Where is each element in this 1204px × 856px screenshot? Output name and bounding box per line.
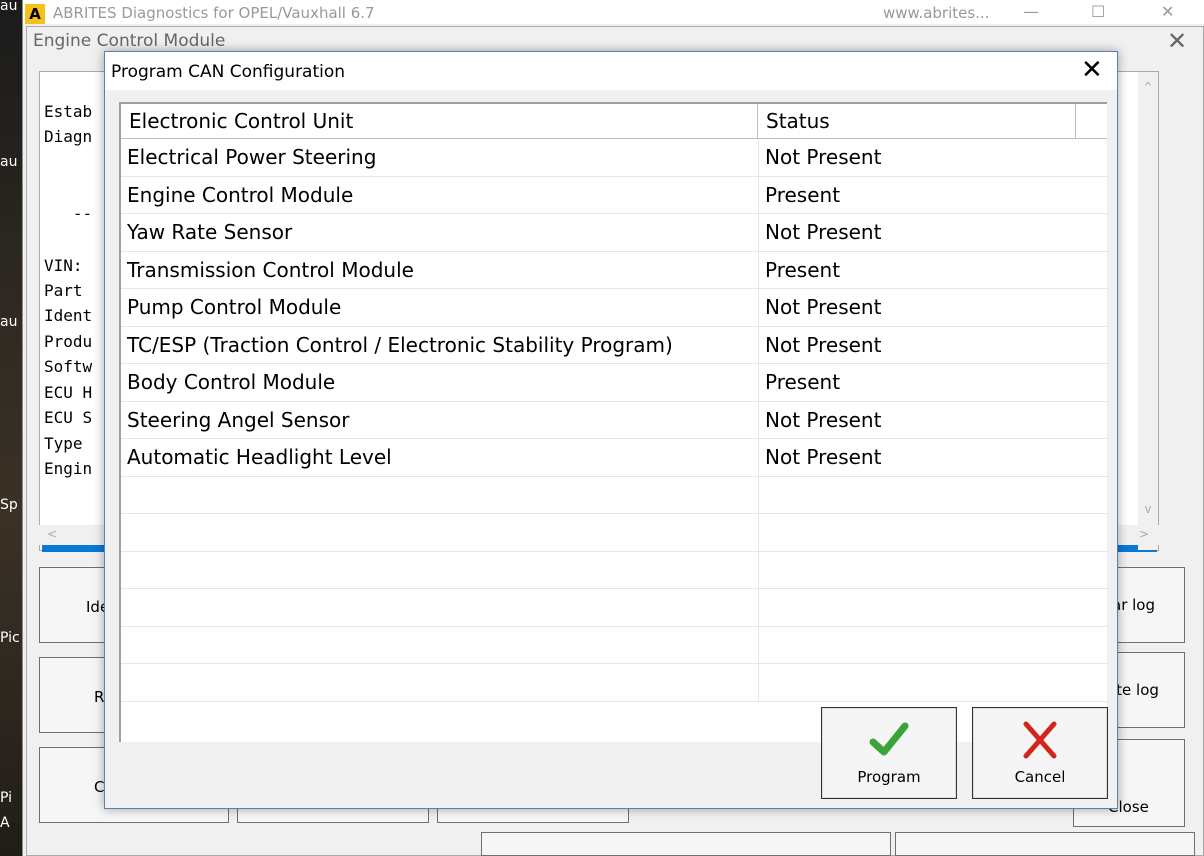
table-row[interactable]: Automatic Headlight Level Not Present (121, 439, 1107, 477)
log-line: Estab (44, 102, 93, 121)
table-row[interactable] (121, 589, 1107, 627)
ecu-name-cell: Automatic Headlight Level (127, 445, 392, 469)
desktop-label: au (0, 0, 18, 14)
ecu-name-cell: Pump Control Module (127, 295, 342, 319)
table-row[interactable] (121, 551, 1107, 589)
status-cell (758, 626, 1076, 664)
desktop-label: Pi (0, 790, 13, 806)
log-line: Engin (44, 459, 93, 478)
table-row[interactable]: Pump Control Module Not Present (121, 289, 1107, 327)
ecu-name-cell (121, 627, 758, 664)
table-row[interactable] (121, 664, 1107, 702)
log-line: Diagn (44, 127, 93, 146)
log-line: VIN: (44, 256, 83, 275)
background-button[interactable] (895, 832, 1195, 856)
desktop-label: A (0, 815, 10, 831)
ecu-name-cell: TC/ESP (Traction Control / Electronic St… (127, 332, 673, 357)
desktop-label: au (0, 314, 18, 330)
log-line: -- (44, 204, 93, 223)
ecu-name-cell (121, 514, 758, 551)
program-label: Program (857, 768, 921, 786)
ecu-name-cell: Yaw Rate Sensor (127, 220, 293, 244)
dialog-title: Program CAN Configuration (111, 62, 346, 82)
log-line: ECU S (44, 408, 93, 427)
ecu-name-cell: Steering Angel Sensor (127, 407, 350, 432)
log-line: Part (44, 281, 83, 300)
log-line: Softw (44, 357, 93, 376)
table-row[interactable]: Transmission Control Module Present (121, 251, 1107, 289)
status-cell: Present (758, 176, 1076, 214)
scroll-left-icon[interactable]: < (47, 527, 57, 541)
ecu-name-cell (121, 589, 758, 626)
dialog-title-bar: Program CAN Configuration ✕ (105, 52, 1117, 90)
scroll-down-icon[interactable]: v (1138, 502, 1158, 516)
log-line: ECU H (44, 383, 93, 402)
ecu-name-cell: Engine Control Module (127, 182, 354, 207)
scroll-up-icon[interactable]: ^ (1138, 80, 1158, 94)
ecm-close-icon[interactable]: ✕ (1167, 27, 1187, 55)
dialog-close-icon[interactable]: ✕ (1081, 56, 1103, 84)
status-cell: Not Present (758, 289, 1076, 326)
table-row[interactable]: Body Control Module Present (121, 364, 1107, 402)
column-header-status[interactable]: Status (758, 104, 1076, 138)
log-line: Ident (44, 306, 93, 325)
table-row[interactable]: Steering Angel Sensor Not Present (121, 401, 1107, 439)
status-cell (758, 476, 1076, 514)
main-title-bar: A ABRITES Diagnostics for OPEL/Vauxhall … (23, 0, 1204, 24)
status-cell (758, 589, 1076, 626)
checkmark-icon (822, 718, 956, 771)
main-window-title: ABRITES Diagnostics for OPEL/Vauxhall 6.… (53, 4, 375, 22)
status-cell: Not Present (758, 401, 1076, 439)
program-button[interactable]: Program (821, 707, 957, 799)
desktop-label: Pic (0, 630, 20, 646)
status-cell (758, 551, 1076, 589)
cancel-button[interactable]: Cancel (972, 707, 1108, 799)
table-row[interactable] (121, 626, 1107, 664)
log-line: Type (44, 434, 83, 453)
background-button[interactable] (481, 832, 891, 856)
status-cell (758, 514, 1076, 551)
minimize-icon[interactable]: — (1023, 2, 1039, 21)
status-cell: Not Present (758, 439, 1076, 476)
column-header-ecu[interactable]: Electronic Control Unit (121, 104, 758, 138)
ecu-name-cell (121, 664, 758, 701)
status-cell: Present (758, 251, 1076, 289)
main-window-site: www.abrites... (883, 4, 990, 22)
ecu-name-cell (121, 477, 758, 514)
status-cell: Not Present (758, 326, 1076, 364)
table-row[interactable] (121, 514, 1107, 552)
status-cell: Not Present (758, 214, 1076, 251)
ecu-name-cell (121, 552, 758, 589)
close-icon[interactable]: ✕ (1161, 2, 1174, 21)
table-header: Electronic Control Unit Status (121, 104, 1107, 139)
ecu-name-cell: Transmission Control Module (127, 257, 414, 282)
table-row[interactable] (121, 476, 1107, 514)
ecu-name-cell: Body Control Module (127, 370, 336, 394)
vertical-scrollbar[interactable]: ^ v (1138, 72, 1158, 550)
status-cell: Not Present (758, 139, 1076, 176)
x-icon (973, 718, 1107, 771)
desktop-label: Sp (0, 497, 18, 513)
desktop-background: au au au Sp Pic Pi A (0, 0, 24, 856)
ecm-window-title: Engine Control Module (33, 31, 226, 51)
cancel-label: Cancel (1014, 768, 1066, 786)
abrites-logo-icon: A (25, 4, 45, 24)
desktop-label: au (0, 154, 18, 170)
maximize-icon[interactable]: ☐ (1091, 2, 1105, 21)
scroll-right-icon[interactable]: > (1139, 527, 1149, 541)
table-row[interactable]: TC/ESP (Traction Control / Electronic St… (121, 326, 1107, 364)
ecu-status-table[interactable]: Electronic Control Unit Status Electrica… (119, 102, 1107, 742)
program-can-configuration-dialog: Program CAN Configuration ✕ Electronic C… (104, 51, 1118, 809)
ecu-name-cell: Electrical Power Steering (127, 145, 377, 169)
table-row[interactable]: Yaw Rate Sensor Not Present (121, 214, 1107, 252)
status-cell: Present (758, 364, 1076, 401)
status-cell (758, 664, 1076, 701)
table-row[interactable]: Electrical Power Steering Not Present (121, 139, 1107, 177)
log-line: Produ (44, 332, 93, 351)
table-row[interactable]: Engine Control Module Present (121, 176, 1107, 214)
